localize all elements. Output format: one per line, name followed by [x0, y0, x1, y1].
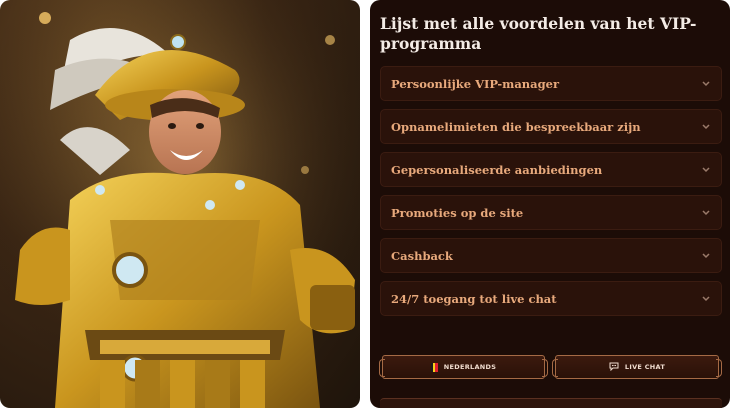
- footer-buttons: NEDERLANDS LIVE CHAT: [379, 355, 722, 379]
- chevron-down-icon: [701, 294, 711, 304]
- accordion-item-personalized-offers[interactable]: Gepersonaliseerde aanbiedingen: [380, 152, 722, 187]
- live-chat-label: LIVE CHAT: [624, 363, 666, 371]
- panel-title: Lijst met alle voordelen van het VIP-pro…: [380, 14, 697, 53]
- language-button[interactable]: NEDERLANDS: [379, 355, 548, 379]
- chevron-down-icon: [701, 208, 711, 218]
- accordion-item-label: Promoties op de site: [391, 205, 524, 220]
- belgium-flag-icon: [430, 362, 438, 372]
- live-chat-button[interactable]: LIVE CHAT: [552, 355, 722, 379]
- chevron-down-icon: [701, 122, 711, 132]
- hero-image: [0, 0, 360, 408]
- accordion-item-label: 24/7 toegang tot live chat: [391, 291, 557, 306]
- accordion-item-live-chat-access[interactable]: 24/7 toegang tot live chat: [380, 281, 722, 316]
- vip-character-illustration: [0, 0, 360, 408]
- accordion-item-cashback[interactable]: Cashback: [380, 238, 722, 273]
- next-accordion-item-partial[interactable]: [380, 398, 722, 408]
- accordion-item-label: Persoonlijke VIP-manager: [391, 76, 560, 91]
- accordion-item-withdrawal-limits[interactable]: Opnamelimieten die bespreekbaar zijn: [380, 109, 722, 144]
- language-label: NEDERLANDS: [443, 363, 497, 371]
- chevron-down-icon: [701, 165, 711, 175]
- chevron-down-icon: [701, 79, 711, 89]
- chat-bubble-icon: [609, 362, 619, 373]
- accordion-item-vip-manager[interactable]: Persoonlijke VIP-manager: [380, 66, 722, 101]
- benefits-accordion: Persoonlijke VIP-manager Opnamelimieten …: [380, 66, 722, 324]
- accordion-item-label: Opnamelimieten die bespreekbaar zijn: [391, 119, 641, 134]
- accordion-item-label: Cashback: [391, 248, 453, 263]
- accordion-item-site-promotions[interactable]: Promoties op de site: [380, 195, 722, 230]
- accordion-item-label: Gepersonaliseerde aanbiedingen: [391, 162, 603, 177]
- chevron-down-icon: [701, 251, 711, 261]
- vip-benefits-panel: Lijst met alle voordelen van het VIP-pro…: [370, 0, 730, 408]
